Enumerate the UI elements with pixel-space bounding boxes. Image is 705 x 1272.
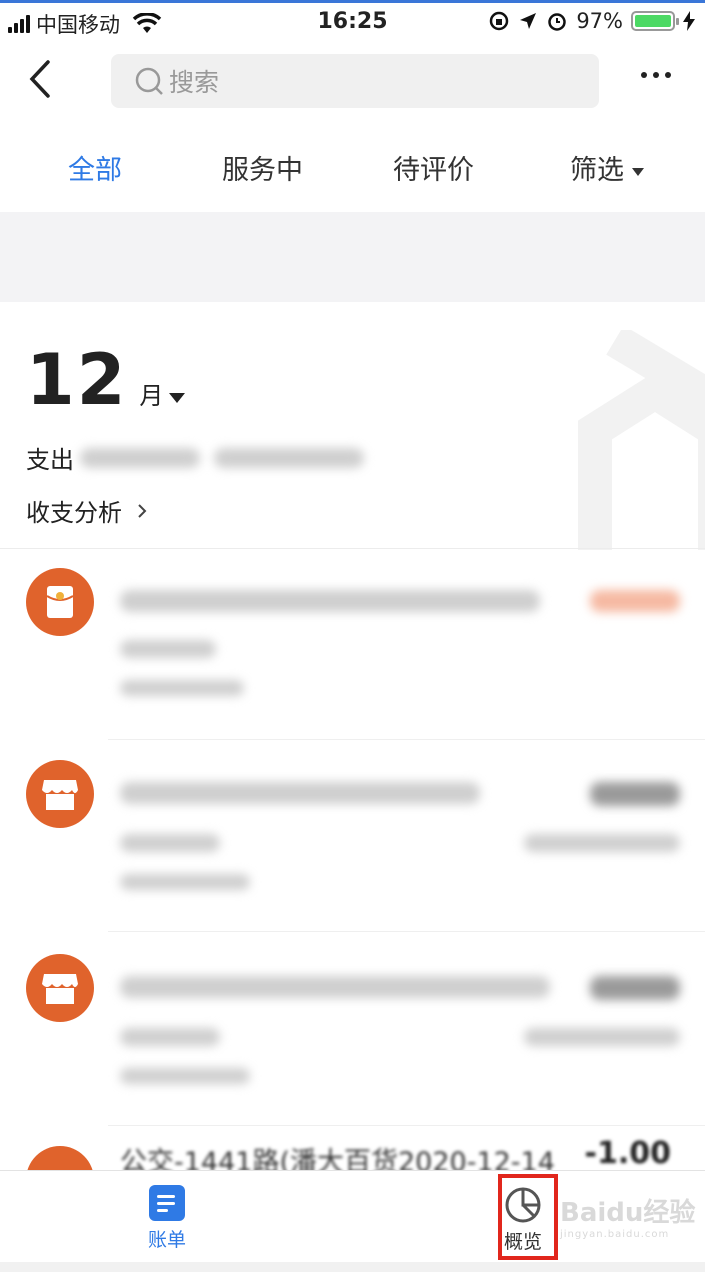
tab-to-review[interactable]: 待评价 [393,148,474,187]
analysis-link[interactable]: 收支分析 [26,493,152,528]
tab-in-service[interactable]: 服务中 [222,148,303,187]
shop-icon [26,760,94,828]
back-icon[interactable] [22,56,62,102]
title-blurred [120,590,540,612]
amount-blurred [590,782,680,806]
expense-value-blurred [80,447,200,468]
watermark-sub: jingyan.baidu.com [560,1229,670,1240]
transaction-row[interactable]: 公交-1441路(潘大百货2020-12-14 -1.00 [0,1128,705,1170]
income-value-blurred [214,447,364,468]
month-unit: 月 [139,382,164,410]
location-icon [520,13,537,29]
tab-bill[interactable]: 账单 [148,1185,186,1252]
search-icon [135,67,163,95]
shop-icon [26,954,94,1022]
subtitle-blurred [120,834,220,852]
bill-icon [149,1185,185,1221]
transaction-row[interactable] [0,550,705,740]
tab-all[interactable]: 全部 [68,148,122,187]
expense-label: 支出 [26,446,74,474]
time-blurred [120,680,244,696]
method-blurred [524,834,680,852]
charging-icon [683,11,695,31]
section-divider [0,548,705,549]
amount-blurred [590,590,680,612]
tab-filter-label: 筛选 [570,155,624,186]
banner-placeholder [0,212,705,302]
battery-percent: 97% [576,9,623,33]
transaction-row[interactable] [0,742,705,932]
watermark-text: Baidu经验 [560,1198,696,1228]
title-blurred [120,976,550,998]
shop-icon [26,1146,94,1170]
transaction-title: 公交-1441路(潘大百货2020-12-14 [120,1147,555,1170]
method-blurred [524,1028,680,1046]
time-blurred [120,1068,250,1084]
subtitle-blurred [120,1028,220,1046]
transaction-amount: -1.00 [584,1136,671,1170]
title-blurred [120,782,480,804]
chevron-right-icon [138,503,147,518]
tab-bill-label: 账单 [148,1229,187,1251]
month-dropdown-icon [169,393,186,403]
time-blurred [120,874,250,890]
bottom-strip [0,1262,705,1272]
rotation-lock-icon [490,11,509,31]
caret-down-icon [632,167,644,176]
highlight-box [498,1174,558,1260]
analysis-label: 收支分析 [26,499,122,527]
hexagon-watermark-icon [578,330,705,550]
amount-blurred [590,976,680,1000]
subtitle-blurred [120,640,216,658]
month-number: 12 [26,339,128,421]
search-input[interactable]: 搜索 [111,54,599,108]
filter-tabs: 全部 服务中 待评价 筛选 [0,140,705,200]
month-selector[interactable]: 12 月 [26,339,186,421]
battery-icon [631,11,679,31]
transaction-row[interactable] [0,936,705,1126]
nav-bar: 搜索 [0,42,705,122]
red-envelope-icon [26,568,94,636]
more-icon[interactable] [641,72,671,78]
tab-filter[interactable]: 筛选 [570,148,644,187]
status-bar: 中国移动 16:25 97% [0,0,705,42]
alarm-icon [548,13,567,31]
search-placeholder: 搜索 [169,68,220,97]
expense-summary: 支出 [26,440,364,475]
baidu-watermark: Baidu经验 jingyan.baidu.com [560,1192,695,1240]
